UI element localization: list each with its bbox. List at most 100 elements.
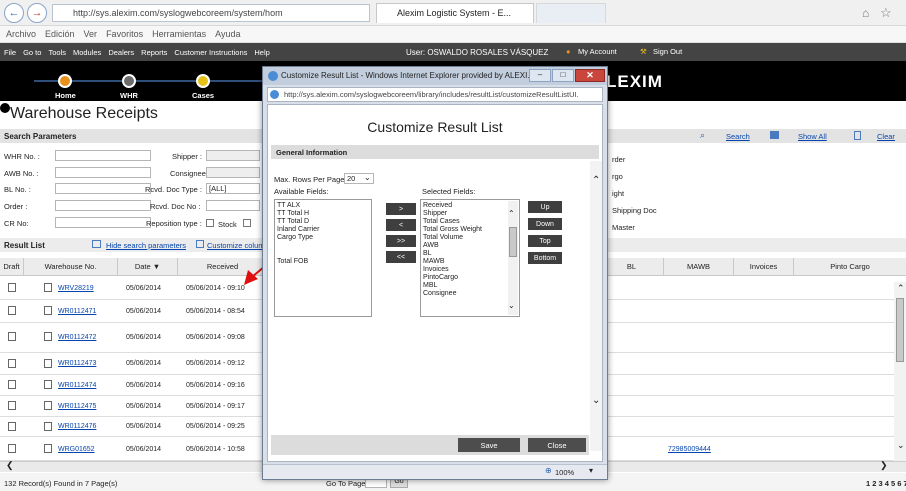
move-all-right-button[interactable]: >>: [386, 235, 416, 247]
save-button[interactable]: Save: [458, 438, 520, 452]
available-field[interactable]: TT Total H: [277, 210, 369, 218]
col-draft[interactable]: Draft: [0, 258, 24, 276]
menu-ver[interactable]: Ver: [84, 29, 98, 39]
modal-vscrollbar[interactable]: [590, 161, 602, 451]
pagination[interactable]: 1 2 3 4 5 6 7: [866, 479, 906, 488]
app-menu-goto[interactable]: Go to: [23, 48, 41, 57]
available-field[interactable]: Total FOB: [277, 258, 369, 266]
my-account-link[interactable]: My Account: [578, 47, 617, 56]
clear-link[interactable]: Clear: [877, 132, 895, 141]
address-bar[interactable]: http://sys.alexim.com/syslogwebcoreem/sy…: [52, 4, 370, 22]
selected-scroll-up-icon[interactable]: ⌃: [508, 209, 515, 218]
scroll-up-icon[interactable]: ⌃: [897, 283, 905, 294]
warehouse-link[interactable]: WR0112476: [58, 423, 96, 430]
move-all-left-button[interactable]: <<: [386, 251, 416, 263]
available-field[interactable]: TT ALX: [277, 202, 369, 210]
warehouse-link[interactable]: WR0112472: [58, 334, 96, 341]
selected-scroll-down-icon[interactable]: ⌄: [508, 301, 515, 310]
available-field[interactable]: TT Total D: [277, 218, 369, 226]
scroll-down-icon[interactable]: ⌄: [897, 440, 905, 451]
order-input[interactable]: [55, 200, 151, 211]
home-dot-icon[interactable]: [58, 74, 72, 88]
menu-favoritos[interactable]: Favoritos: [106, 29, 143, 39]
menu-herramientas[interactable]: Herramientas: [152, 29, 206, 39]
col-warehouse-no[interactable]: Warehouse No.: [24, 258, 118, 276]
selected-field[interactable]: Consignee: [423, 290, 505, 298]
selected-field[interactable]: Total Volume: [423, 234, 505, 242]
whr-dot-icon[interactable]: [122, 74, 136, 88]
app-menu-modules[interactable]: Modules: [73, 48, 101, 57]
available-fields-list[interactable]: TT ALX TT Total H TT Total D Inland Carr…: [274, 199, 372, 317]
max-rows-dropdown-icon[interactable]: ⌄: [364, 173, 371, 182]
modal-scroll-up-icon[interactable]: ⌃: [592, 175, 600, 186]
col-date[interactable]: Date ▼: [118, 258, 178, 276]
zoom-level[interactable]: 100%: [555, 468, 574, 477]
browser-tab-new[interactable]: [536, 3, 606, 23]
draft-icon[interactable]: [8, 283, 16, 292]
app-menu-tools[interactable]: Tools: [48, 48, 66, 57]
draft-icon[interactable]: [8, 332, 16, 341]
menu-archivo[interactable]: Archivo: [6, 29, 36, 39]
down-button[interactable]: Down: [528, 218, 562, 230]
stock-checkbox[interactable]: [206, 219, 214, 227]
draft-icon[interactable]: [8, 401, 16, 410]
bl-no-input[interactable]: [55, 183, 151, 194]
col-pinto-cargo[interactable]: Pinto Cargo: [794, 258, 906, 276]
show-all-link[interactable]: Show All: [798, 132, 827, 141]
vscroll-thumb[interactable]: [896, 298, 904, 362]
selected-field[interactable]: AWB: [423, 242, 505, 250]
bottom-button[interactable]: Bottom: [528, 252, 562, 264]
draft-icon[interactable]: [8, 306, 16, 315]
warehouse-link[interactable]: WRG01652: [58, 446, 95, 453]
close-window-button[interactable]: ✕: [575, 69, 605, 82]
draft-icon[interactable]: [8, 444, 16, 453]
selected-field[interactable]: Total Cases: [423, 218, 505, 226]
selected-field[interactable]: Total Gross Weight: [423, 226, 505, 234]
selected-list-scroll-thumb[interactable]: [509, 227, 517, 257]
warehouse-link[interactable]: WR0112473: [58, 360, 96, 367]
nav-home[interactable]: Home: [55, 91, 76, 100]
awb-no-input[interactable]: [55, 167, 151, 178]
move-right-button[interactable]: >: [386, 203, 416, 215]
selected-field[interactable]: Received: [423, 202, 505, 210]
move-left-button[interactable]: <: [386, 219, 416, 231]
warehouse-link[interactable]: WR0112471: [58, 308, 96, 315]
back-button[interactable]: ←: [4, 3, 24, 23]
top-button[interactable]: Top: [528, 235, 562, 247]
table-vscrollbar[interactable]: [894, 282, 906, 462]
selected-field[interactable]: BL: [423, 250, 505, 258]
draft-icon[interactable]: [8, 422, 16, 431]
draft-icon[interactable]: [8, 359, 16, 368]
selected-field[interactable]: Invoices: [423, 266, 505, 274]
app-menu-dealers[interactable]: Dealers: [108, 48, 134, 57]
available-field[interactable]: Inland Carrier: [277, 226, 369, 234]
minimize-button[interactable]: –: [529, 69, 551, 82]
cases-dot-icon[interactable]: [196, 74, 210, 88]
maximize-button[interactable]: □: [552, 69, 574, 82]
nav-whr[interactable]: WHR: [120, 91, 138, 100]
selected-field[interactable]: MAWB: [423, 258, 505, 266]
forward-button[interactable]: →: [27, 3, 47, 23]
col-bl[interactable]: BL: [600, 258, 664, 276]
close-button[interactable]: Close: [528, 438, 586, 452]
app-menu-reports[interactable]: Reports: [141, 48, 167, 57]
menu-ayuda[interactable]: Ayuda: [215, 29, 240, 39]
selected-field[interactable]: Shipper: [423, 210, 505, 218]
cr-no-input[interactable]: [55, 217, 151, 228]
warehouse-link[interactable]: WRV28219: [58, 285, 94, 292]
nav-cases[interactable]: Cases: [192, 91, 214, 100]
sign-out-link[interactable]: Sign Out: [653, 47, 682, 56]
available-field[interactable]: Cargo Type: [277, 234, 369, 242]
scroll-right-icon[interactable]: ❯: [880, 460, 888, 471]
app-menu-customer-instructions[interactable]: Customer Instructions: [174, 48, 247, 57]
star-icon[interactable]: ☆: [880, 5, 892, 21]
app-menu-file[interactable]: File: [4, 48, 16, 57]
app-menu-help[interactable]: Help: [254, 48, 269, 57]
search-link[interactable]: Search: [726, 132, 750, 141]
shipper-input[interactable]: [206, 150, 260, 161]
col-mawb[interactable]: MAWB: [664, 258, 734, 276]
zoom-icon[interactable]: ⊕: [545, 466, 552, 475]
modal-address-bar[interactable]: http://sys.alexim.com/syslogwebcoreem/li…: [267, 87, 603, 102]
selected-field[interactable]: MBL: [423, 282, 505, 290]
menu-edicion[interactable]: Edición: [45, 29, 75, 39]
